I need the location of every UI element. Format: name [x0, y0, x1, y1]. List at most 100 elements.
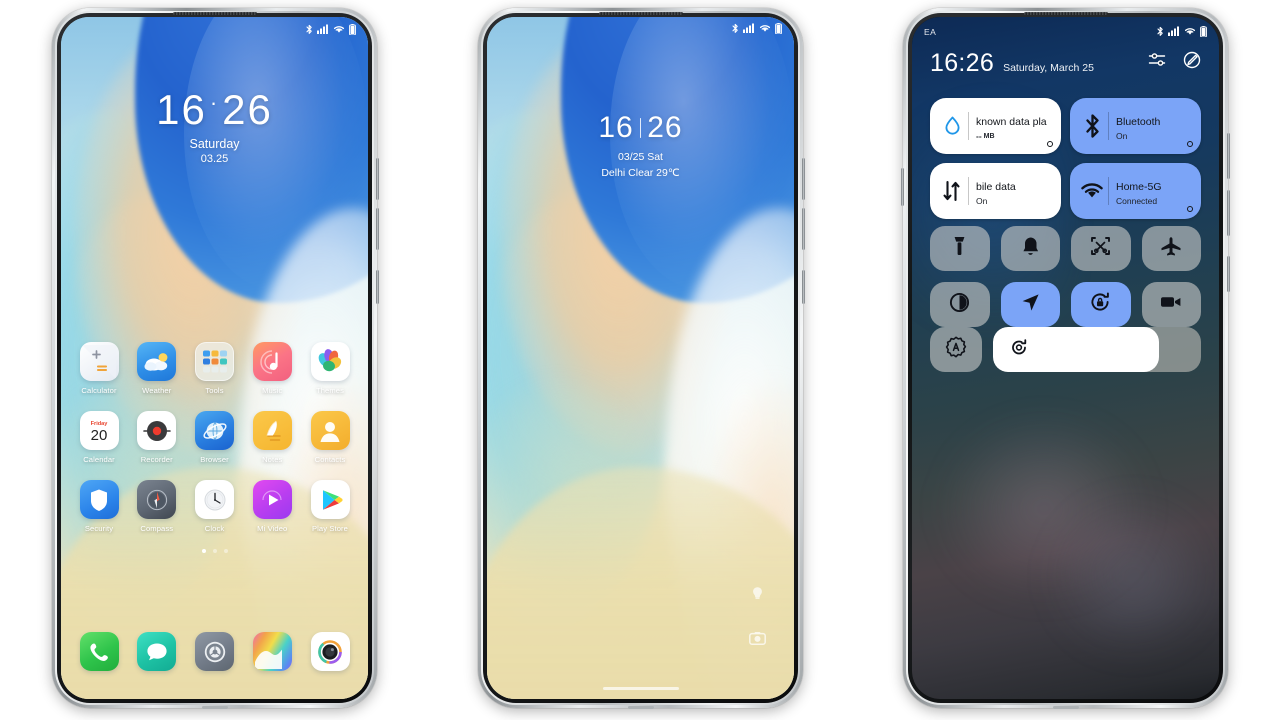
phone3-volume-up-button[interactable] [1227, 133, 1230, 179]
toggle-rotation-lock[interactable] [1071, 282, 1131, 327]
app-play-store[interactable]: Play Store [306, 480, 354, 533]
phone2-status-bar [487, 17, 794, 41]
bluetooth-icon [306, 24, 313, 35]
flashlight-icon[interactable] [749, 585, 766, 607]
phone3-usb-port [1052, 706, 1079, 709]
phone2-power-button[interactable] [802, 270, 805, 304]
app-clock[interactable]: Clock [191, 480, 239, 533]
toggle-dark-mode[interactable] [930, 282, 990, 327]
page-dot-1[interactable] [201, 549, 206, 553]
app-contacts[interactable]: Contacts [306, 411, 354, 464]
tile-mobile-data[interactable]: bile data On [930, 163, 1061, 219]
app-weather[interactable]: Weather [133, 342, 181, 395]
weather-icon [137, 342, 177, 381]
quick-settings-toggles [930, 226, 1201, 327]
tile-bluetooth[interactable]: Bluetooth On [1070, 98, 1201, 154]
home-indicator-bar[interactable] [602, 686, 679, 690]
data-usage-value: -- [976, 130, 982, 141]
page-dot-2[interactable] [212, 549, 217, 553]
tile-expand-chevron[interactable] [1047, 141, 1053, 147]
mobile-data-icon [940, 180, 964, 202]
toggle-auto-brightness[interactable] [930, 327, 982, 372]
settings-gear-icon [195, 632, 234, 671]
tile-subtitle: On [1116, 130, 1128, 141]
tools-folder-icon [195, 342, 234, 381]
screen-record-icon [1160, 295, 1182, 314]
page-indicator[interactable] [75, 549, 354, 553]
brightness-row [930, 327, 1201, 372]
app-row: Friday 20 Calendar Recorder Browser Note… [75, 411, 354, 464]
signal-icon [317, 24, 329, 34]
phone3-volume-down-button[interactable] [1227, 190, 1230, 236]
phone2-volume-up-button[interactable] [802, 158, 805, 200]
dock-item-phone[interactable] [75, 632, 123, 671]
toggle-screen-record[interactable] [1141, 282, 1201, 327]
app-label: Recorder [140, 455, 173, 464]
app-label: Themes [315, 386, 345, 395]
phone1-volume-up-button[interactable] [376, 158, 379, 200]
phone3-earpiece-speaker [1023, 12, 1108, 15]
notes-icon [252, 411, 292, 450]
app-row: Security Compass Clock Mi Video Play Sto… [75, 480, 354, 533]
auto-brightness-icon [945, 336, 967, 363]
app-music[interactable]: Music [248, 342, 296, 395]
settings-sliders-icon[interactable] [1148, 51, 1167, 74]
calculator-icon [79, 342, 119, 381]
phone2-status-icons [732, 22, 782, 36]
phone-lock-screen: 16 26 03/25 Sat Delhi Clear 29℃ [478, 8, 805, 709]
tile-expand-chevron[interactable] [1187, 206, 1193, 212]
toggle-ringer[interactable] [1000, 226, 1060, 271]
app-label: Compass [140, 524, 174, 533]
brightness-slider[interactable] [993, 327, 1201, 372]
dock-item-camera[interactable] [306, 632, 354, 671]
app-security[interactable]: Security [75, 480, 123, 533]
app-recorder[interactable]: Recorder [133, 411, 181, 464]
app-mi-video[interactable]: Mi Video [248, 480, 296, 533]
app-tools-folder[interactable]: Tools [191, 342, 239, 395]
mi-video-icon [252, 480, 292, 519]
app-calendar[interactable]: Friday 20 Calendar [75, 411, 123, 464]
tile-title: Bluetooth [1116, 115, 1161, 128]
camera-icon[interactable] [749, 631, 766, 651]
home-clock-hours: 16 [156, 86, 207, 133]
tile-expand-chevron[interactable] [1187, 141, 1193, 147]
toggle-airplane-mode[interactable] [1141, 226, 1201, 271]
phone2-volume-down-button[interactable] [802, 208, 805, 250]
recorder-icon [137, 411, 177, 450]
phone1-volume-down-button[interactable] [376, 208, 379, 250]
phone3-power-button[interactable] [1227, 256, 1230, 292]
app-label: Play Store [311, 524, 349, 533]
app-themes[interactable]: Themes [306, 342, 354, 395]
home-clock-widget[interactable]: 16 · 26 Saturday 03.25 [61, 86, 368, 166]
tile-data-usage[interactable]: known data pla -- MB [930, 98, 1061, 154]
home-clock-separator: · [209, 90, 220, 115]
phone1-screen: 16 · 26 Saturday 03.25 Calculator Weathe… [61, 17, 368, 699]
toggle-flashlight[interactable] [930, 226, 990, 271]
play-store-icon [310, 480, 350, 519]
app-compass[interactable]: Compass [133, 480, 181, 533]
edit-tiles-icon[interactable] [1183, 51, 1201, 74]
dock-item-gallery[interactable] [248, 632, 296, 671]
toggle-screenshot[interactable] [1071, 226, 1131, 271]
dock-item-settings[interactable] [191, 632, 239, 671]
app-grid: Calculator Weather Tools Music Themes Fr… [75, 342, 354, 553]
location-icon [1020, 292, 1041, 318]
toggle-location[interactable] [1000, 282, 1060, 327]
phone2-earpiece-speaker [598, 12, 683, 15]
dock-item-messages[interactable] [133, 632, 181, 671]
airplane-mode-icon [1160, 236, 1182, 262]
app-label: Browser [200, 455, 229, 464]
app-calculator[interactable]: Calculator [75, 342, 123, 395]
phone3-assistant-button[interactable] [901, 168, 904, 206]
app-notes[interactable]: Notes [248, 411, 296, 464]
page-dot-3[interactable] [223, 549, 228, 553]
app-label: Calculator [81, 386, 117, 395]
phone-icon [79, 632, 119, 671]
app-browser[interactable]: Browser [191, 411, 239, 464]
phone1-power-button[interactable] [376, 270, 379, 304]
phone1-status-bar [61, 17, 368, 41]
phone2-usb-port [627, 706, 654, 709]
app-label: Tools [205, 386, 224, 395]
phone3-status-icons [1157, 25, 1207, 39]
tile-wifi[interactable]: Home-5G Connected [1070, 163, 1201, 219]
